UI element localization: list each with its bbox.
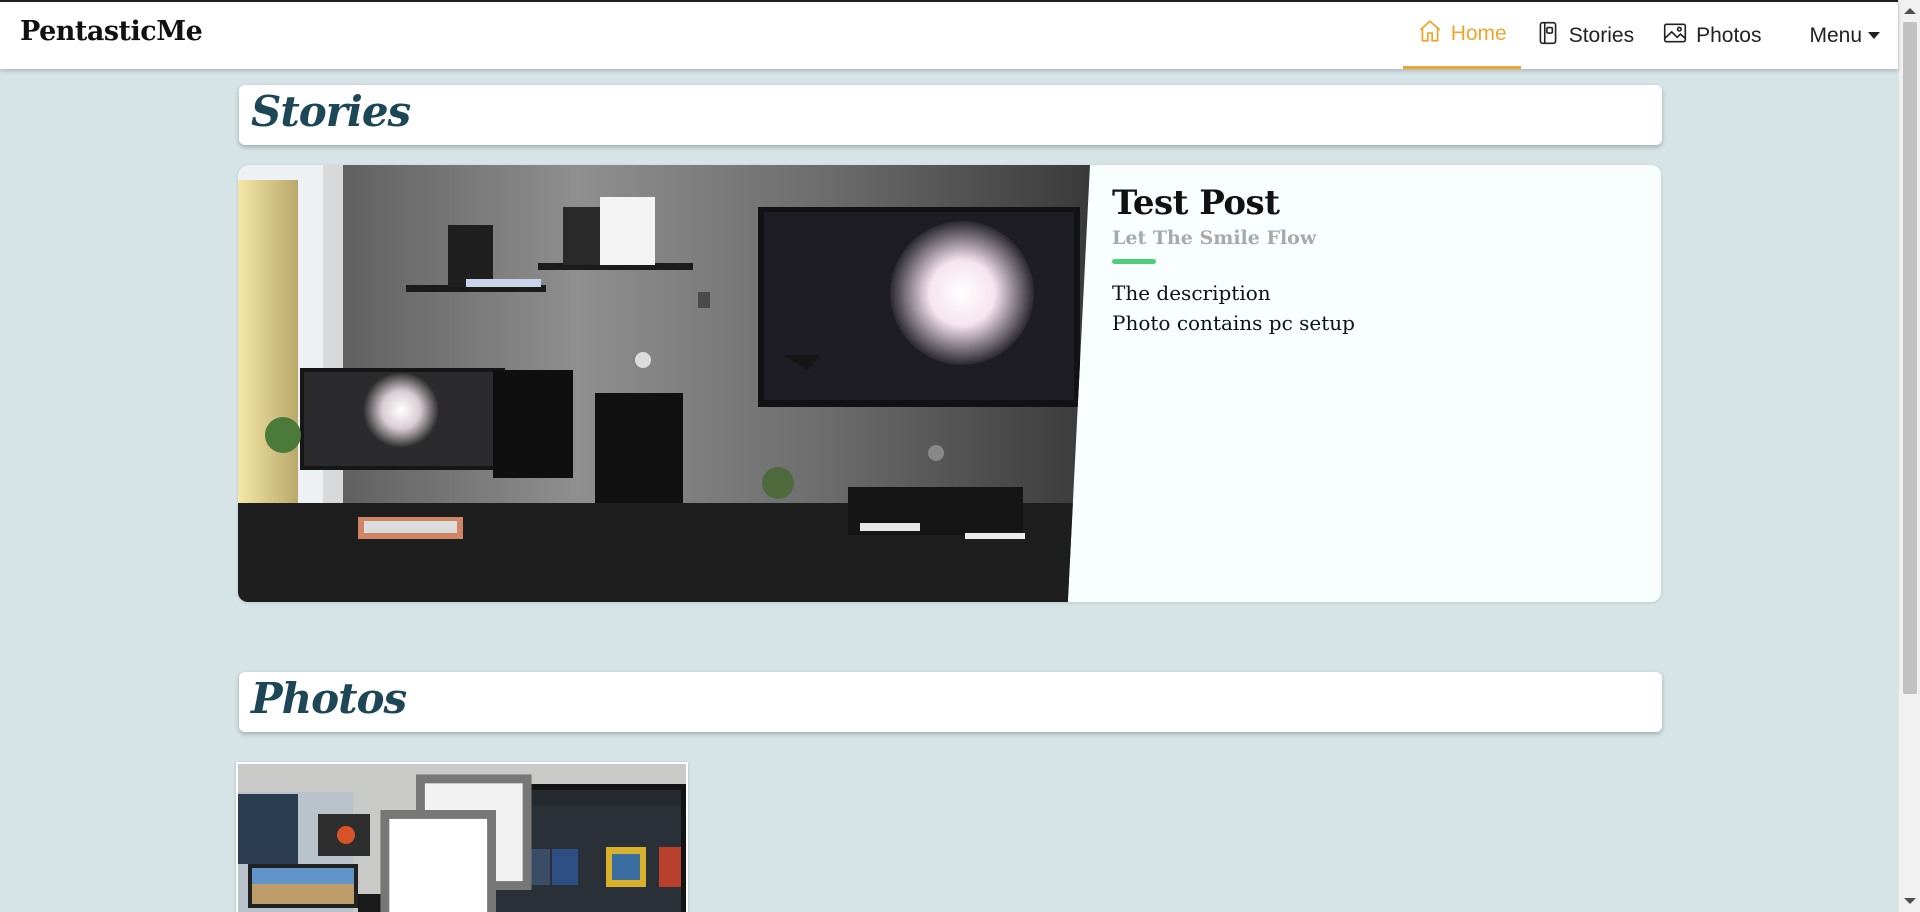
- nav-photos[interactable]: Photos: [1648, 2, 1775, 69]
- story-title[interactable]: Test Post: [1112, 183, 1641, 223]
- photos-section-header: Photos: [239, 672, 1662, 732]
- story-card[interactable]: Test Post Let The Smile Flow The descrip…: [238, 165, 1661, 602]
- nav-menu-label: Menu: [1809, 23, 1862, 47]
- nav-menu-dropdown[interactable]: Menu: [1795, 2, 1898, 69]
- stories-section-header: Stories: [239, 85, 1662, 145]
- nav-stories[interactable]: Stories: [1521, 2, 1648, 69]
- story-description-line: The description: [1112, 281, 1271, 305]
- photo-card[interactable]: [236, 762, 688, 912]
- nav-stories-label: Stories: [1568, 23, 1635, 47]
- vertical-scrollbar[interactable]: [1898, 0, 1920, 912]
- story-description-line: Photo contains pc setup: [1112, 311, 1355, 335]
- phone-book-icon: [1535, 20, 1561, 52]
- scroll-up-icon[interactable]: [1904, 8, 1916, 14]
- caret-down-icon: [1868, 32, 1880, 39]
- stories-section-title: Stories: [251, 87, 411, 136]
- image-icon: [1662, 20, 1688, 52]
- nav-photos-label: Photos: [1696, 23, 1762, 47]
- scrollbar-thumb[interactable]: [1903, 22, 1917, 694]
- nav-home-label: Home: [1450, 22, 1507, 45]
- story-image[interactable]: [238, 165, 1090, 602]
- title-divider: [1112, 259, 1156, 264]
- main-nav: Home Stories Photos Menu: [1402, 2, 1898, 69]
- story-body: Test Post Let The Smile Flow The descrip…: [1112, 183, 1641, 338]
- brand-logo[interactable]: PentasticMe: [20, 16, 203, 47]
- top-navbar: PentasticMe Home Stories Photos Menu: [0, 0, 1898, 69]
- home-icon: [1417, 18, 1443, 50]
- story-description: The description Photo contains pc setup: [1112, 278, 1641, 338]
- story-subtitle: Let The Smile Flow: [1112, 227, 1317, 249]
- scroll-down-icon[interactable]: [1904, 898, 1916, 904]
- nav-home[interactable]: Home: [1402, 2, 1521, 69]
- photos-section-title: Photos: [251, 674, 407, 723]
- copy-icon: [236, 770, 680, 912]
